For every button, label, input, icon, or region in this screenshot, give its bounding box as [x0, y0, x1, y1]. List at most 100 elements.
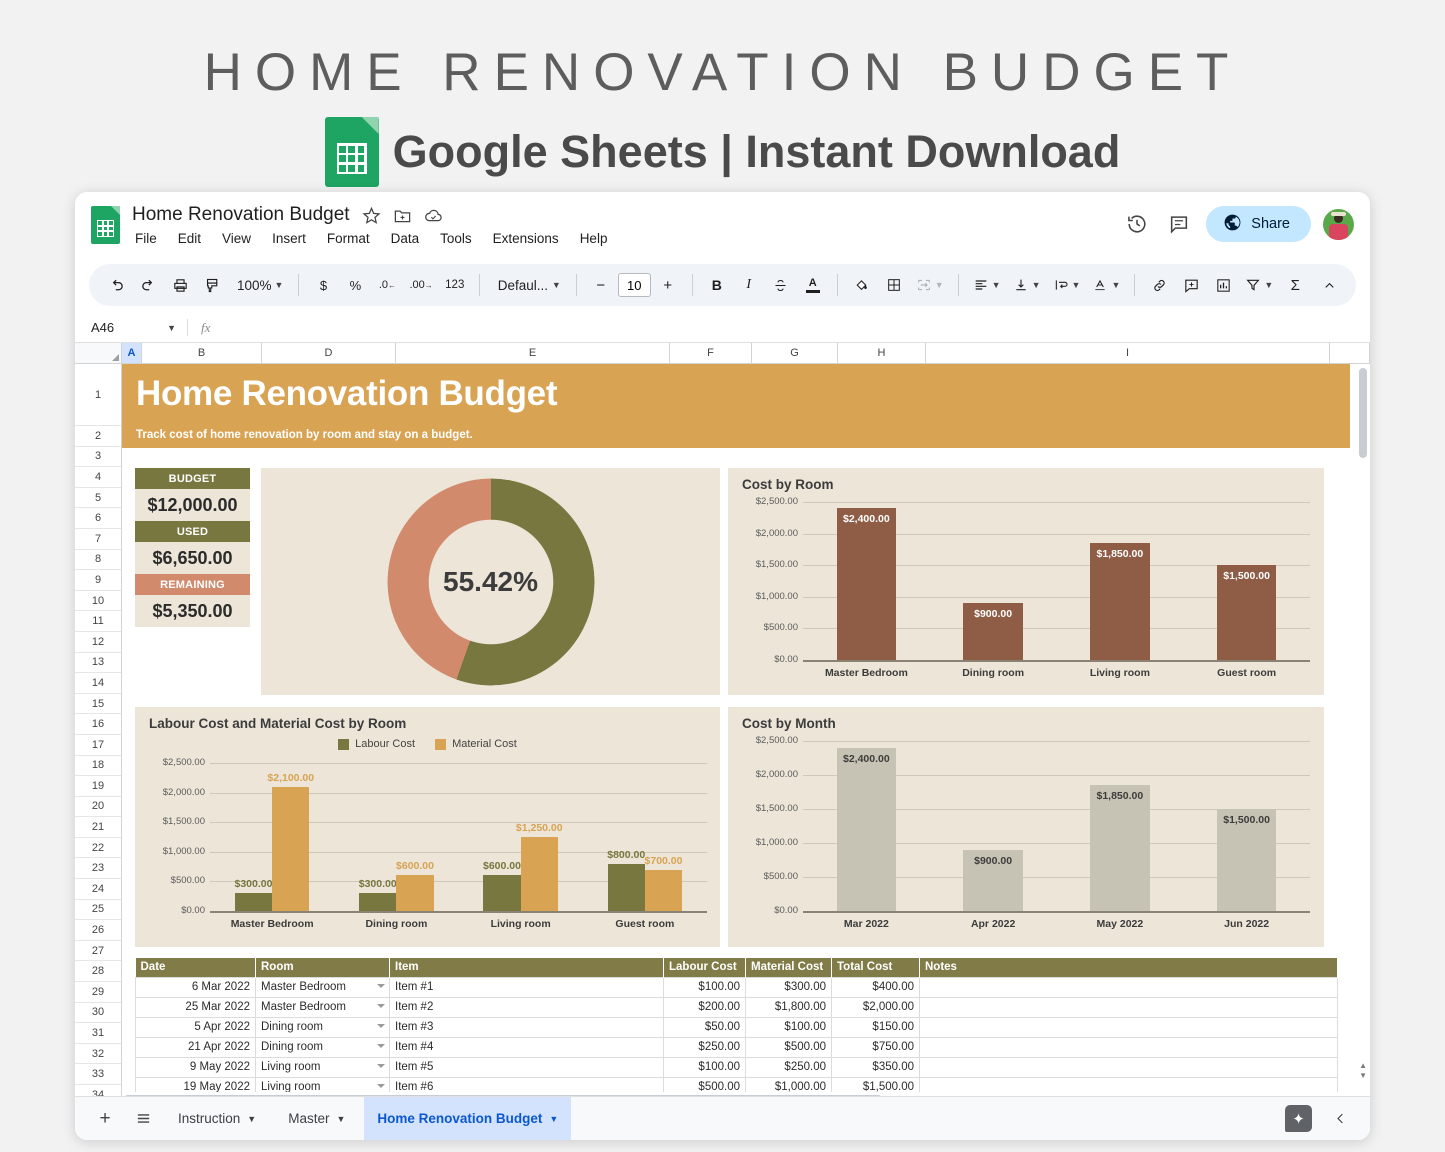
sheet-tab-instruction[interactable]: Instruction ▼ — [165, 1097, 269, 1141]
cell-date[interactable]: 25 Mar 2022 — [136, 997, 256, 1017]
col-material[interactable]: Material Cost — [746, 958, 832, 977]
row-header-15[interactable]: 15 — [75, 694, 121, 715]
row-header-22[interactable]: 22 — [75, 838, 121, 859]
more-formats-button[interactable]: 123 — [440, 270, 470, 300]
version-history-icon[interactable] — [1122, 209, 1152, 239]
cell-notes[interactable] — [920, 977, 1338, 997]
row-header-26[interactable]: 26 — [75, 920, 121, 941]
table-row[interactable]: 25 Mar 2022Master BedroomItem #2$200.00$… — [136, 997, 1338, 1017]
vertical-align-button[interactable]: ▼ — [1008, 270, 1046, 300]
cell-room[interactable]: Master Bedroom — [256, 997, 390, 1017]
table-row[interactable]: 6 Mar 2022Master BedroomItem #1$100.00$3… — [136, 977, 1338, 997]
cell-material-cost[interactable]: $250.00 — [746, 1057, 832, 1077]
currency-format-button[interactable]: $ — [308, 270, 338, 300]
dropdown-arrow-icon[interactable] — [377, 1024, 385, 1028]
column-header-I[interactable]: I — [926, 343, 1330, 363]
row-header-3[interactable]: 3 — [75, 447, 121, 468]
row-header-5[interactable]: 5 — [75, 488, 121, 509]
row-header-9[interactable]: 9 — [75, 570, 121, 591]
user-avatar[interactable] — [1323, 209, 1354, 240]
col-date[interactable]: Date — [136, 958, 256, 977]
cell-notes[interactable] — [920, 1037, 1338, 1057]
row-header-1[interactable]: 1 — [75, 364, 121, 426]
table-row[interactable]: 5 Apr 2022Dining roomItem #3$50.00$100.0… — [136, 1017, 1338, 1037]
scroll-down-icon[interactable]: ▼ — [1359, 1071, 1367, 1080]
sheet-tab-home-renovation-budget[interactable]: Home Renovation Budget ▼ — [364, 1097, 571, 1141]
row-header-28[interactable]: 28 — [75, 961, 121, 982]
row-header-23[interactable]: 23 — [75, 858, 121, 879]
row-header-7[interactable]: 7 — [75, 529, 121, 550]
column-header-D[interactable]: D — [262, 343, 396, 363]
column-header-B[interactable]: B — [142, 343, 262, 363]
col-notes[interactable]: Notes — [920, 958, 1338, 977]
dropdown-arrow-icon[interactable] — [377, 984, 385, 988]
cell-notes[interactable] — [920, 997, 1338, 1017]
star-icon[interactable] — [362, 206, 381, 225]
insert-link-button[interactable] — [1144, 270, 1174, 300]
undo-button[interactable] — [101, 270, 131, 300]
all-sheets-icon[interactable] — [127, 1103, 159, 1135]
decrease-decimal-button[interactable]: .0← — [372, 270, 402, 300]
cell-material-cost[interactable]: $500.00 — [746, 1037, 832, 1057]
menu-help[interactable]: Help — [577, 229, 611, 248]
row-header-16[interactable]: 16 — [75, 714, 121, 735]
cell-material-cost[interactable]: $1,800.00 — [746, 997, 832, 1017]
col-item[interactable]: Item — [390, 958, 664, 977]
print-button[interactable] — [165, 270, 195, 300]
row-header-32[interactable]: 32 — [75, 1044, 121, 1065]
explore-icon[interactable]: ✦ — [1285, 1105, 1312, 1132]
cell-labour-cost[interactable]: $50.00 — [664, 1017, 746, 1037]
comment-icon[interactable] — [1164, 209, 1194, 239]
vertical-scroll-thumb[interactable] — [1359, 368, 1367, 458]
vertical-scrollbar[interactable]: ▲ ▼ — [1357, 364, 1370, 1092]
row-header-6[interactable]: 6 — [75, 508, 121, 529]
google-sheets-icon[interactable] — [91, 206, 120, 244]
expand-panel-icon[interactable] — [1324, 1103, 1356, 1135]
col-labour[interactable]: Labour Cost — [664, 958, 746, 977]
row-header-8[interactable]: 8 — [75, 550, 121, 571]
text-wrap-button[interactable]: ▼ — [1048, 270, 1086, 300]
chevron-down-icon[interactable]: ▼ — [336, 1114, 345, 1124]
row-header-21[interactable]: 21 — [75, 817, 121, 838]
cell-date[interactable]: 5 Apr 2022 — [136, 1017, 256, 1037]
bold-button[interactable]: B — [702, 270, 732, 300]
text-color-button[interactable]: A — [798, 270, 828, 300]
cell-labour-cost[interactable]: $100.00 — [664, 1057, 746, 1077]
cell-date[interactable]: 9 May 2022 — [136, 1057, 256, 1077]
merge-cells-button[interactable]: ▼ — [911, 270, 949, 300]
column-header-A[interactable]: A — [122, 343, 142, 363]
name-box[interactable]: A46 ▼ — [75, 320, 187, 335]
cell-labour-cost[interactable]: $200.00 — [664, 997, 746, 1017]
row-header-13[interactable]: 13 — [75, 653, 121, 674]
chevron-down-icon[interactable]: ▼ — [247, 1114, 256, 1124]
sheet-tab-master[interactable]: Master ▼ — [275, 1097, 358, 1141]
row-header-31[interactable]: 31 — [75, 1023, 121, 1044]
menu-data[interactable]: Data — [388, 229, 423, 248]
select-all-corner[interactable] — [75, 343, 122, 363]
dropdown-arrow-icon[interactable] — [377, 1044, 385, 1048]
collapse-toolbar-button[interactable] — [1314, 270, 1344, 300]
cost-by-room-card[interactable]: Cost by Room $0.00$500.00$1,000.00$1,500… — [728, 468, 1324, 695]
cell-notes[interactable] — [920, 1057, 1338, 1077]
row-header-11[interactable]: 11 — [75, 611, 121, 632]
cell-item[interactable]: Item #5 — [390, 1057, 664, 1077]
column-header-G[interactable]: G — [752, 343, 838, 363]
row-header-12[interactable]: 12 — [75, 632, 121, 653]
menu-tools[interactable]: Tools — [437, 229, 475, 248]
font-size-input[interactable]: 10 — [618, 273, 651, 297]
cell-labour-cost[interactable]: $250.00 — [664, 1037, 746, 1057]
cell-material-cost[interactable]: $300.00 — [746, 977, 832, 997]
row-header-20[interactable]: 20 — [75, 797, 121, 818]
cell-room[interactable]: Master Bedroom — [256, 977, 390, 997]
cell-item[interactable]: Item #2 — [390, 997, 664, 1017]
column-header-H[interactable]: H — [838, 343, 926, 363]
col-total[interactable]: Total Cost — [832, 958, 920, 977]
cell-material-cost[interactable]: $100.00 — [746, 1017, 832, 1037]
borders-button[interactable] — [879, 270, 909, 300]
insert-chart-button[interactable] — [1208, 270, 1238, 300]
add-sheet-button[interactable]: + — [89, 1103, 121, 1135]
insert-comment-button[interactable] — [1176, 270, 1206, 300]
row-header-10[interactable]: 10 — [75, 591, 121, 612]
dropdown-arrow-icon[interactable] — [377, 1004, 385, 1008]
move-to-folder-icon[interactable] — [393, 206, 412, 225]
